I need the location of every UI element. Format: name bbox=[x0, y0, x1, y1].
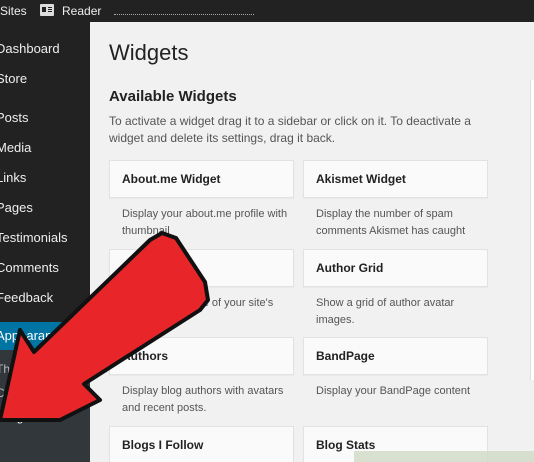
sidebar-item-feedback[interactable]: Feedback bbox=[0, 284, 90, 312]
widget-archives[interactable]: Archives bbox=[109, 249, 294, 287]
sidebar-item-testimonials[interactable]: Testimonials bbox=[0, 224, 90, 252]
widget-description: Show a grid of author avatar images. bbox=[316, 297, 455, 326]
sidebar-item-dashboard[interactable]: Dashboard bbox=[0, 35, 90, 63]
widget-title: About.me Widget bbox=[122, 172, 221, 186]
sidebar-item-media[interactable]: Media bbox=[0, 134, 90, 162]
widget-title: Blogs I Follow bbox=[122, 438, 204, 452]
page-title: Widgets bbox=[109, 40, 189, 65]
sidebar-item-pages[interactable]: Pages bbox=[0, 194, 90, 222]
widget-title: Archives bbox=[122, 261, 173, 275]
widget-title: Authors bbox=[122, 349, 168, 363]
widget-description: Display your about.me profile with thumb… bbox=[122, 208, 288, 237]
widget-author-grid[interactable]: Author Grid bbox=[303, 249, 488, 287]
reader-link[interactable]: Reader bbox=[62, 3, 101, 19]
watermark-strip bbox=[354, 451, 534, 462]
widget-about-me[interactable]: About.me Widget bbox=[109, 160, 294, 198]
widget-description: Display blog authors with avatars and re… bbox=[122, 385, 284, 414]
widget-akismet[interactable]: Akismet Widget bbox=[303, 160, 488, 198]
reader-icon[interactable] bbox=[40, 4, 54, 16]
admin-sidebar: Dashboard Store Posts Media Links Pages … bbox=[0, 22, 90, 462]
widget-title: Author Grid bbox=[316, 261, 384, 275]
widget-blogs-i-follow[interactable]: Blogs I Follow bbox=[109, 426, 294, 462]
widget-title: BandPage bbox=[316, 349, 375, 363]
sidebar-item-store[interactable]: Store bbox=[0, 65, 90, 93]
widget-title: Blog Stats bbox=[316, 438, 376, 452]
widget-title: Akismet Widget bbox=[316, 172, 406, 186]
widget-description: Display your BandPage content bbox=[316, 385, 471, 397]
sidebar-item-comments[interactable]: Comments bbox=[0, 254, 90, 282]
sidebar-item-links[interactable]: Links bbox=[0, 164, 90, 192]
widget-description: A monthly archive of your site's Posts. bbox=[122, 297, 274, 326]
submenu-item-customize[interactable]: Customize bbox=[0, 383, 53, 403]
widget-description: Display the number of spam comments Akis… bbox=[316, 208, 466, 237]
main-content: Widgets Available Widgets To activate a … bbox=[90, 22, 534, 462]
widget-authors[interactable]: Authors bbox=[109, 337, 294, 375]
sidebar-item-appearance[interactable]: Appearance bbox=[0, 322, 90, 350]
available-widgets-heading: Available Widgets bbox=[109, 88, 237, 105]
submenu-item-themes[interactable]: Themes bbox=[0, 359, 39, 379]
admin-bar: Sites Reader bbox=[0, 0, 534, 22]
search-placeholder-line bbox=[114, 14, 254, 15]
my-sites-link[interactable]: Sites bbox=[0, 3, 27, 19]
widget-bandpage[interactable]: BandPage bbox=[303, 337, 488, 375]
sidebar-item-posts[interactable]: Posts bbox=[0, 104, 90, 132]
submenu-item-widgets[interactable]: Widgets bbox=[0, 407, 39, 427]
sidebar-drop-area[interactable] bbox=[530, 80, 534, 380]
widgets-instructions: To activate a widget drag it to a sideba… bbox=[109, 114, 471, 145]
